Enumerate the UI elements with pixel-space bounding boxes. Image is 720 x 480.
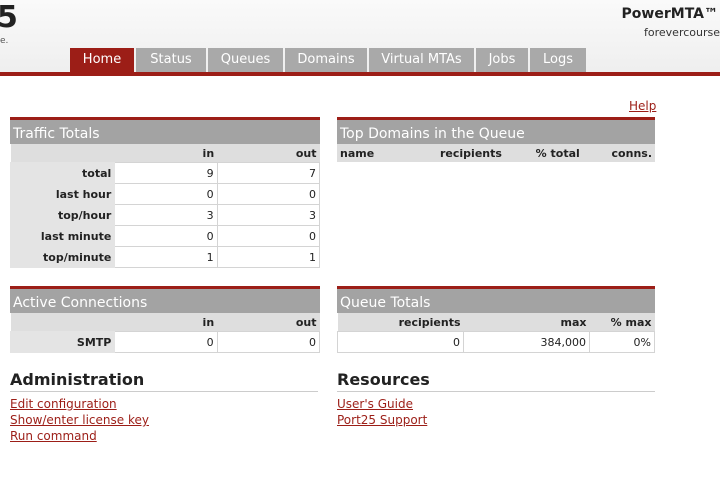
traffic-totals-table: in out total 9 7 last hour 0 0 top/hour …	[9, 144, 321, 268]
column-header: out	[217, 313, 320, 332]
main-nav-tabs: Home Status Queues Domains Virtual MTAs …	[70, 48, 586, 72]
column-header: conns.	[582, 144, 655, 162]
cell-out: 1	[216, 246, 321, 268]
cell-out: 0	[216, 331, 321, 353]
table-row: SMTP 0 0	[9, 331, 321, 353]
cell-recipients: 0	[337, 331, 464, 353]
cell-in: 0	[114, 183, 218, 205]
table-row: 0 384,000 0%	[337, 331, 655, 353]
row-label: last hour	[9, 183, 116, 205]
traffic-totals-panel: Traffic Totals in out total 9 7 last hou…	[9, 117, 321, 268]
cell-in: 9	[114, 162, 218, 184]
row-label: last minute	[9, 225, 116, 247]
cell-in: 0	[114, 331, 218, 353]
edit-configuration-link[interactable]: Edit configuration	[10, 396, 318, 412]
cell-in: 1	[114, 246, 218, 268]
panel-title: Top Domains in the Queue	[337, 117, 655, 144]
top-domains-panel: Top Domains in the Queue name recipients…	[337, 117, 655, 162]
cell-pct-max: 0%	[589, 331, 655, 353]
cell-out: 7	[216, 162, 321, 184]
panel-title: Traffic Totals	[10, 117, 320, 144]
queue-totals-table: recipients max % max 0 384,000 0%	[337, 313, 655, 353]
active-connections-panel: Active Connections in out SMTP 0 0	[9, 286, 321, 353]
panel-title: Queue Totals	[337, 286, 655, 313]
tab-queues[interactable]: Queues	[208, 48, 283, 72]
tab-status[interactable]: Status	[136, 48, 206, 72]
column-header: max	[463, 313, 590, 332]
cell-out: 0	[216, 183, 321, 205]
cell-in: 0	[114, 225, 218, 247]
users-guide-link[interactable]: User's Guide	[337, 396, 655, 412]
row-label: SMTP	[9, 331, 116, 353]
tab-logs[interactable]: Logs	[530, 48, 586, 72]
column-header: % max	[589, 313, 655, 332]
license-key-link[interactable]: Show/enter license key	[10, 412, 318, 428]
logo-tagline: e.	[0, 36, 9, 46]
help-link[interactable]: Help	[629, 99, 656, 113]
tab-domains[interactable]: Domains	[285, 48, 367, 72]
column-header: out	[217, 144, 320, 163]
cell-out: 3	[216, 204, 321, 226]
header-divider	[0, 72, 720, 76]
queue-totals-panel: Queue Totals recipients max % max 0 384,…	[337, 286, 655, 353]
tab-home[interactable]: Home	[70, 48, 134, 72]
table-row: last hour 0 0	[9, 183, 321, 205]
column-header: in	[114, 144, 218, 163]
app-header: 5 e. PowerMTA™ forevercourse Home Status…	[0, 0, 720, 76]
row-label: total	[9, 162, 116, 184]
cell-in: 3	[114, 204, 218, 226]
tab-virtual-mtas[interactable]: Virtual MTAs	[369, 48, 474, 72]
table-row: total 9 7	[9, 162, 321, 184]
active-connections-table: in out SMTP 0 0	[9, 313, 321, 353]
hostname: forevercourse	[644, 26, 720, 39]
cell-out: 0	[216, 225, 321, 247]
table-row: top/minute 1 1	[9, 246, 321, 268]
cell-max: 384,000	[463, 331, 590, 353]
panel-title: Active Connections	[10, 286, 320, 313]
support-link[interactable]: Port25 Support	[337, 412, 655, 428]
table-row: top/hour 3 3	[9, 204, 321, 226]
row-label: top/hour	[9, 204, 116, 226]
tab-jobs[interactable]: Jobs	[476, 48, 528, 72]
run-command-link[interactable]: Run command	[10, 428, 318, 444]
logo: 5	[0, 0, 18, 35]
administration-section: Administration Edit configuration Show/e…	[10, 370, 318, 444]
resources-section: Resources User's Guide Port25 Support	[337, 370, 655, 428]
section-heading: Administration	[10, 370, 318, 392]
section-heading: Resources	[337, 370, 655, 392]
row-label: top/minute	[9, 246, 116, 268]
table-row: last minute 0 0	[9, 225, 321, 247]
brand-title: PowerMTA™	[621, 6, 718, 22]
